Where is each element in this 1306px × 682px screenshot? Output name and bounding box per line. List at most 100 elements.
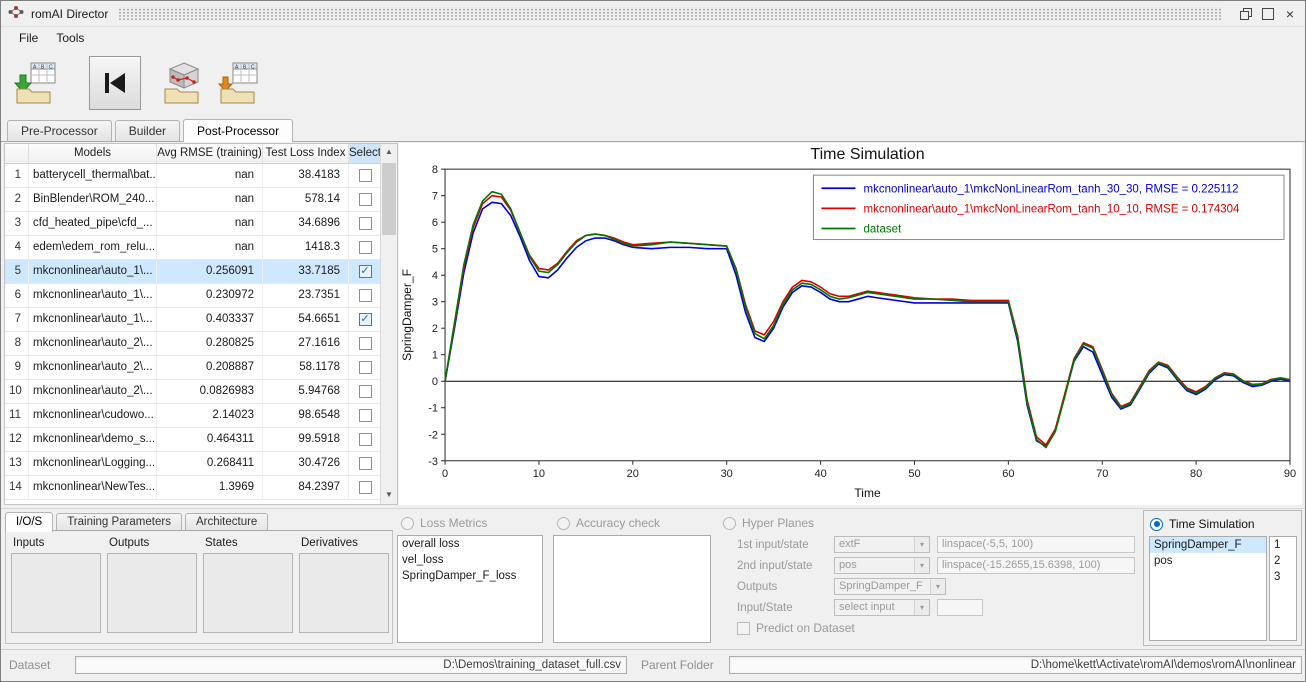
list-item[interactable]: 1 — [1270, 537, 1296, 553]
accuracy-check-list[interactable] — [553, 535, 711, 643]
row-number: 4 — [5, 236, 29, 259]
open-results-table-icon: ABC — [217, 61, 261, 105]
select-checkbox[interactable] — [359, 217, 372, 230]
table-row[interactable]: 13mkcnonlinear\Logging...0.26841130.4726 — [5, 452, 380, 476]
select-checkbox[interactable]: ✓ — [359, 313, 372, 326]
select-checkbox[interactable] — [359, 433, 372, 446]
restore-icon[interactable] — [1237, 5, 1255, 23]
list-item[interactable]: overall loss — [398, 536, 542, 552]
hyper-select-input-state[interactable]: select input▾ — [834, 599, 930, 616]
table-row[interactable]: 14mkcnonlinear\NewTes...1.396984.2397 — [5, 476, 380, 500]
table-row[interactable]: 9mkcnonlinear\auto_2\...0.20888758.1178 — [5, 356, 380, 380]
model-name-cell: batterycell_thermal\bat... — [29, 164, 157, 187]
tab-i-o-s[interactable]: I/O/S — [5, 512, 53, 532]
header-test-loss[interactable]: Test Loss Index — [263, 144, 349, 163]
loss-metrics-radio[interactable]: Loss Metrics — [401, 515, 487, 531]
hyper-planes-radio[interactable]: Hyper Planes — [723, 515, 814, 531]
list-item[interactable]: 3 — [1270, 569, 1296, 585]
table-row[interactable]: 4edem\edem_rom_relu...nan1418.3 — [5, 236, 380, 260]
table-row[interactable]: 6mkcnonlinear\auto_1\...0.23097223.7351 — [5, 284, 380, 308]
open-results-table-button[interactable]: ABC — [213, 56, 265, 110]
reset-button[interactable] — [89, 56, 141, 110]
tab-architecture[interactable]: Architecture — [185, 513, 268, 531]
table-scrollbar[interactable]: ▲ ▼ — [380, 144, 397, 504]
list-item[interactable]: 2 — [1270, 553, 1296, 569]
menu-file[interactable]: File — [11, 29, 46, 47]
header-avg-rmse[interactable]: Avg RMSE (training) — [157, 144, 263, 163]
open-training-table-button[interactable]: ABC — [9, 56, 61, 110]
ios-list-states[interactable] — [203, 553, 293, 633]
svg-text:4: 4 — [432, 270, 438, 282]
list-item[interactable]: vel_loss — [398, 552, 542, 568]
time-sim-index-list[interactable]: 123 — [1269, 536, 1297, 641]
avg-rmse-cell: 0.280825 — [157, 332, 263, 355]
list-item[interactable]: pos — [1150, 553, 1266, 569]
select-checkbox[interactable] — [359, 457, 372, 470]
avg-rmse-cell: 0.256091 — [157, 260, 263, 283]
time-sim-signal-list[interactable]: SpringDamper_Fpos — [1149, 536, 1267, 641]
test-loss-cell: 1418.3 — [263, 236, 349, 259]
ios-list-inputs[interactable] — [11, 553, 101, 633]
open-rom-button[interactable] — [157, 56, 209, 110]
parent-folder-field[interactable]: D:\home\kett\Activate\romAI\demos\romAI\… — [729, 656, 1302, 674]
dataset-path-field[interactable]: D:\Demos\training_dataset_full.csv — [75, 656, 627, 674]
time-simulation-panel: Time Simulation SpringDamper_Fpos 123 — [1143, 510, 1302, 646]
svg-text:mkcnonlinear\auto_1\mkcNonLine: mkcnonlinear\auto_1\mkcNonLinearRom_tanh… — [864, 183, 1239, 195]
scrollbar-thumb[interactable] — [382, 163, 396, 235]
predict-on-dataset-checkbox[interactable]: Predict on Dataset — [737, 621, 855, 635]
accuracy-check-radio[interactable]: Accuracy check — [557, 515, 660, 531]
test-loss-cell: 578.14 — [263, 188, 349, 211]
ios-list-outputs[interactable] — [107, 553, 197, 633]
title-drag-area[interactable] — [118, 7, 1223, 20]
select-checkbox[interactable] — [359, 361, 372, 374]
table-row[interactable]: 7mkcnonlinear\auto_1\...0.40333754.6651✓ — [5, 308, 380, 332]
header-select[interactable]: Select — [349, 144, 381, 163]
hyper-value-field[interactable]: linspace(-15.2655,15.6398, 100) — [937, 557, 1135, 574]
list-item[interactable]: SpringDamper_F_loss — [398, 568, 542, 584]
select-checkbox[interactable] — [359, 289, 372, 302]
scroll-up-icon[interactable]: ▲ — [381, 144, 397, 161]
ios-list-derivatives[interactable] — [299, 553, 389, 633]
tab-post-processor[interactable]: Post-Processor — [183, 119, 293, 142]
scroll-down-icon[interactable]: ▼ — [381, 487, 397, 504]
select-checkbox[interactable] — [359, 169, 372, 182]
select-checkbox[interactable] — [359, 481, 372, 494]
table-row[interactable]: 12mkcnonlinear\demo_s...0.46431199.5918 — [5, 428, 380, 452]
tab-pre-processor[interactable]: Pre-Processor — [7, 120, 112, 141]
select-checkbox[interactable] — [359, 385, 372, 398]
tab-builder[interactable]: Builder — [115, 120, 180, 141]
hyper-select-2nd-input-state[interactable]: pos▾ — [834, 557, 930, 574]
list-item[interactable]: SpringDamper_F — [1150, 537, 1266, 553]
toolbar: ABC — [1, 48, 1305, 118]
hyper-value-field[interactable]: linspace(-5,5, 100) — [937, 536, 1135, 553]
maximize-icon[interactable] — [1259, 5, 1277, 23]
select-checkbox[interactable] — [359, 241, 372, 254]
accuracy-check-label: Accuracy check — [576, 516, 660, 530]
hyper-select-1st-input-state[interactable]: extF▾ — [834, 536, 930, 553]
loss-metrics-list[interactable]: overall lossvel_lossSpringDamper_F_loss — [397, 535, 543, 643]
table-row[interactable]: 2BinBlender\ROM_240...nan578.14 — [5, 188, 380, 212]
select-cell — [349, 212, 381, 235]
hyper-select-outputs[interactable]: SpringDamper_F▾ — [834, 578, 946, 595]
select-checkbox[interactable] — [359, 337, 372, 350]
close-icon[interactable]: × — [1281, 5, 1299, 23]
time-simulation-radio[interactable]: Time Simulation — [1150, 516, 1255, 532]
hyper-row: OutputsSpringDamper_F▾ — [737, 576, 1135, 597]
table-row[interactable]: 3cfd_heated_pipe\cfd_...nan34.6896 — [5, 212, 380, 236]
table-row[interactable]: 5mkcnonlinear\auto_1\...0.25609133.7185✓ — [5, 260, 380, 284]
select-checkbox[interactable]: ✓ — [359, 265, 372, 278]
table-row[interactable]: 10mkcnonlinear\auto_2\...0.08269835.9476… — [5, 380, 380, 404]
table-row[interactable]: 11mkcnonlinear\cudowo...2.1402398.6548 — [5, 404, 380, 428]
header-models[interactable]: Models — [29, 144, 157, 163]
select-checkbox[interactable] — [359, 409, 372, 422]
svg-text:50: 50 — [908, 468, 920, 480]
table-row[interactable]: 8mkcnonlinear\auto_2\...0.28082527.1616 — [5, 332, 380, 356]
table-row[interactable]: 1batterycell_thermal\bat...nan38.4183 — [5, 164, 380, 188]
row-number: 6 — [5, 284, 29, 307]
chevron-down-icon: ▾ — [914, 558, 929, 573]
menu-tools[interactable]: Tools — [48, 29, 92, 47]
tab-training-parameters[interactable]: Training Parameters — [56, 513, 182, 531]
romai-director-window: romAI Director × File Tools ABC — [0, 0, 1306, 682]
hyper-value-field[interactable] — [937, 599, 983, 616]
select-checkbox[interactable] — [359, 193, 372, 206]
